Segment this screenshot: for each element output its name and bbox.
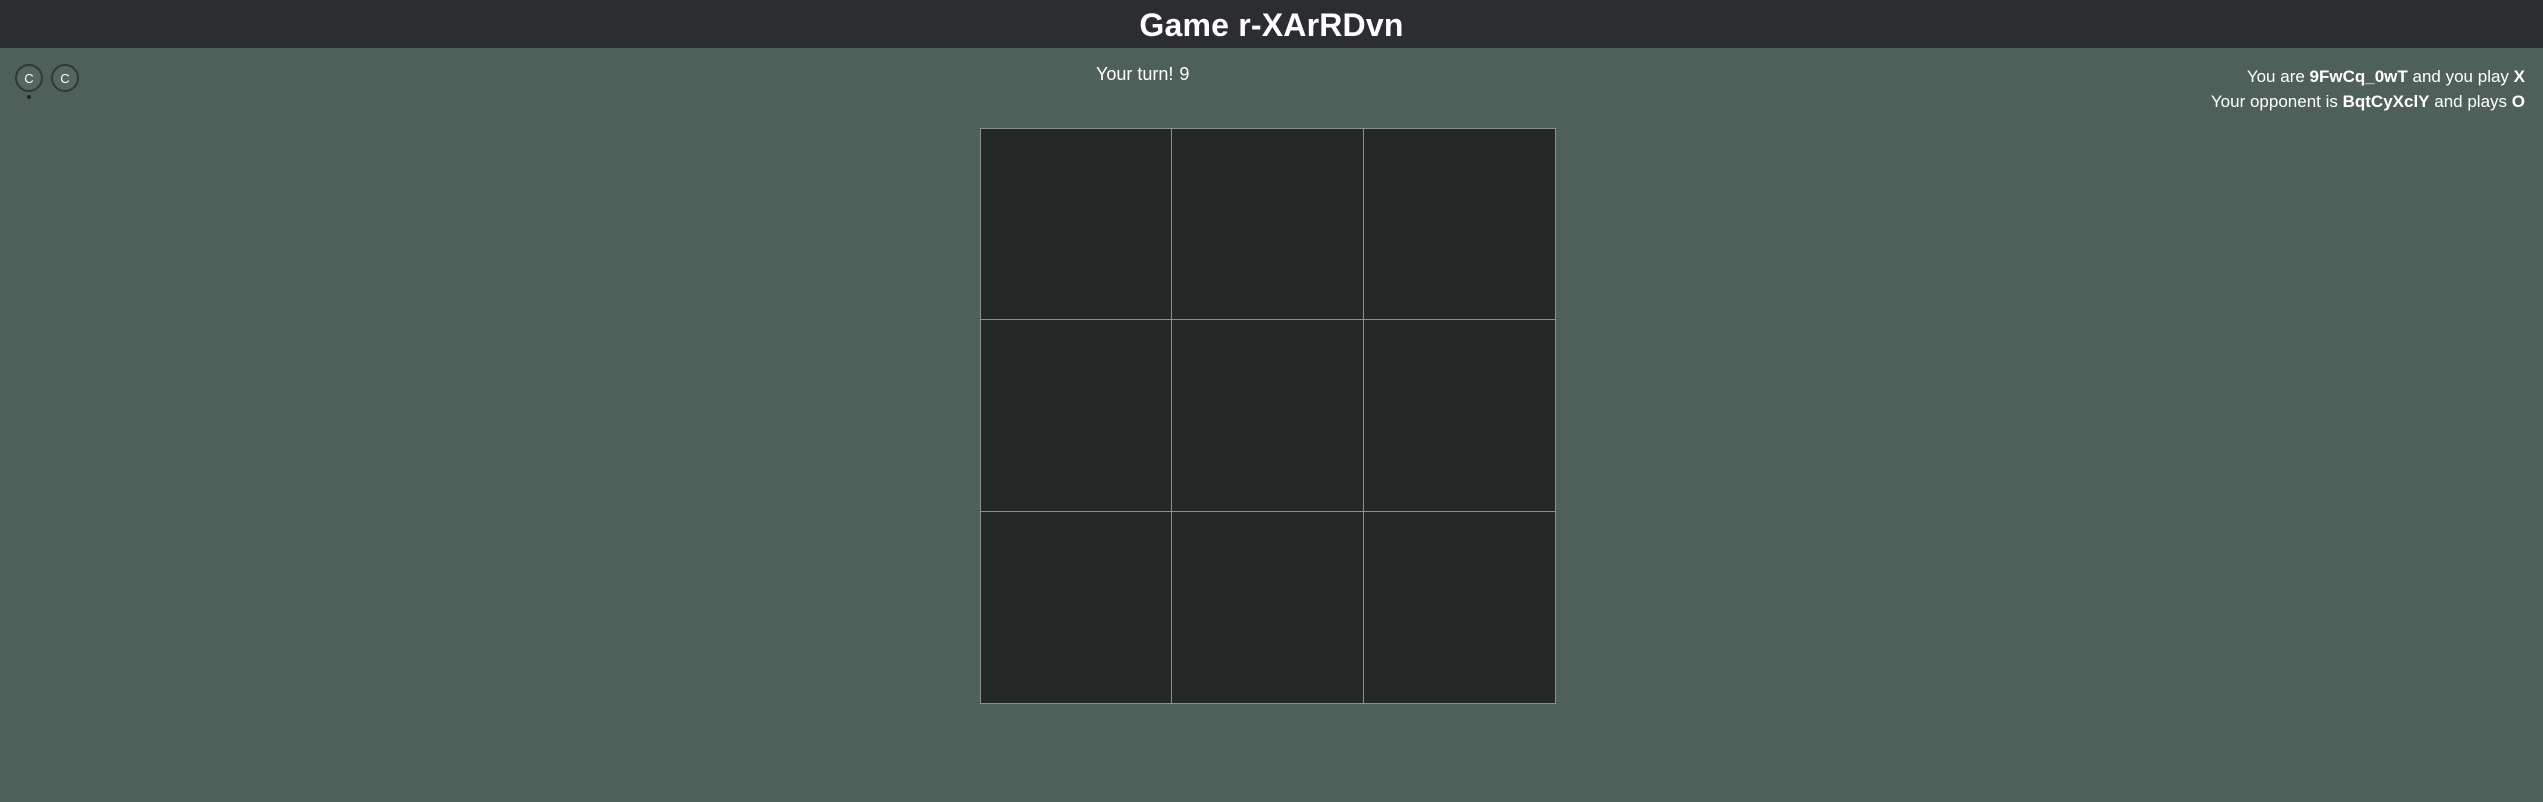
- board-cell-5[interactable]: [1172, 320, 1364, 512]
- opponent-middle: and plays: [2429, 92, 2512, 111]
- opponent-info-line: Your opponent is BqtCyXclY and plays O: [2211, 89, 2525, 114]
- board-cell-9[interactable]: [1363, 511, 1555, 703]
- opponent-prefix: Your opponent is: [2210, 92, 2343, 111]
- player-avatar-1[interactable]: C: [15, 64, 43, 99]
- player-info: You are 9FwCq_0wT and you play X Your op…: [2211, 64, 2525, 114]
- board-cell-8[interactable]: [1172, 511, 1364, 703]
- you-symbol: X: [2513, 67, 2525, 86]
- turn-indicator: Your turn! 9: [1096, 64, 1189, 85]
- player-avatar-2[interactable]: C: [51, 64, 79, 92]
- avatar-initial: C: [60, 70, 70, 86]
- status-bar: C C Your turn! 9 You are 9FwCq_0wT and yo…: [0, 48, 2543, 118]
- board-cell-2[interactable]: [1172, 129, 1364, 321]
- you-name: 9FwCq_0wT: [2309, 67, 2408, 86]
- board-cell-4[interactable]: [981, 320, 1173, 512]
- avatar-initial: C: [24, 70, 34, 86]
- turn-label: Your turn!: [1096, 64, 1174, 84]
- game-title: Game r-XArRDvn: [1139, 6, 1404, 43]
- board-cell-1[interactable]: [981, 129, 1173, 321]
- you-middle: and you play: [2407, 67, 2514, 86]
- game-board: [980, 128, 1556, 704]
- you-prefix: You are: [2246, 67, 2310, 86]
- board-cell-3[interactable]: [1363, 129, 1555, 321]
- board-cell-7[interactable]: [981, 511, 1173, 703]
- you-info-line: You are 9FwCq_0wT and you play X: [2211, 64, 2525, 89]
- active-indicator-dot: [27, 95, 31, 99]
- turn-count: 9: [1179, 64, 1190, 84]
- header-bar: Game r-XArRDvn: [0, 0, 2543, 48]
- opponent-symbol: O: [2511, 92, 2525, 111]
- player-avatars: C C: [15, 64, 79, 99]
- board-cell-6[interactable]: [1363, 320, 1555, 512]
- opponent-name: BqtCyXclY: [2342, 92, 2430, 111]
